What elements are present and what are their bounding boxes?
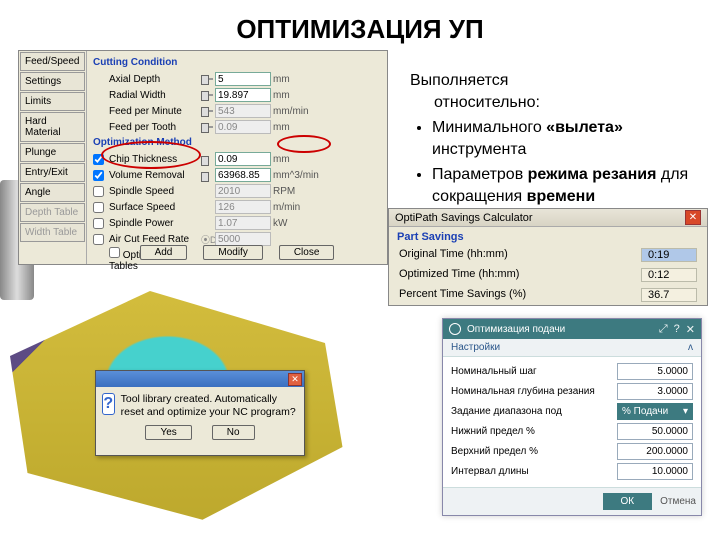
tab-plunge[interactable]: Plunge	[20, 143, 85, 162]
slider[interactable]	[201, 126, 213, 128]
desc-bullet: Параметров режима резания для сокращения…	[432, 164, 710, 207]
param-row: Spindle Speed2010RPM	[93, 183, 381, 199]
desc-line: Выполняется	[410, 72, 508, 89]
savings-row: Optimized Time (hh:mm)0:12	[389, 265, 707, 285]
yes-button[interactable]: Yes	[145, 425, 191, 440]
sidebar-tabs: Feed/SpeedSettingsLimitsHard MaterialPlu…	[19, 51, 87, 264]
slider[interactable]	[201, 94, 213, 96]
close-icon[interactable]: ✕	[685, 210, 701, 225]
add-button[interactable]: Add	[140, 245, 188, 260]
tab-width-table: Width Table	[20, 223, 85, 242]
close-icon[interactable]: ✕	[686, 323, 695, 336]
slider[interactable]	[201, 78, 213, 80]
help-icon[interactable]: ?	[674, 323, 680, 335]
panel-title: Оптимизация подачи	[467, 324, 565, 335]
gear-icon	[449, 323, 461, 335]
value-field: 1.07	[215, 216, 271, 230]
value-field: 0:19	[641, 248, 697, 262]
value-field[interactable]: 63968.85	[215, 168, 271, 182]
slider[interactable]	[201, 110, 213, 112]
section-title: Part Savings	[389, 227, 707, 245]
savings-row: Percent Time Savings (%)36.7	[389, 285, 707, 305]
value-field: 36.7	[641, 288, 697, 302]
param-row: Spindle Power1.07kW	[93, 215, 381, 231]
value-field: 543	[215, 104, 271, 118]
tab-entry-exit[interactable]: Entry/Exit	[20, 163, 85, 182]
setting-row: Интервал длины10.0000	[451, 461, 693, 481]
savings-row: Original Time (hh:mm)0:19	[389, 245, 707, 265]
desc-line: относительно:	[410, 92, 710, 114]
input-field[interactable]: 3.0000	[617, 383, 693, 400]
param-row: Feed per Minute543mm/min	[93, 103, 381, 119]
input-field[interactable]: 50.0000	[617, 423, 693, 440]
value-field: 0.09	[215, 120, 271, 134]
tab-angle[interactable]: Angle	[20, 183, 85, 202]
checkbox[interactable]	[93, 186, 104, 197]
value-field[interactable]: 0.09	[215, 152, 271, 166]
window-title: OptiPath Savings Calculator	[395, 212, 533, 224]
setting-row: Номинальный шаг5.0000	[451, 361, 693, 381]
tab-feed-speed[interactable]: Feed/Speed	[20, 52, 85, 71]
tab-depth-table: Depth Table	[20, 203, 85, 222]
cancel-button[interactable]: Отмена	[660, 493, 696, 510]
feed-optimization-panel: Оптимизация подачи ⤢ ? ✕ Настройки ʌ Ном…	[442, 318, 702, 516]
setting-row: Верхний предел %200.0000	[451, 441, 693, 461]
checkbox[interactable]	[93, 202, 104, 213]
value-field: 5000	[215, 232, 271, 246]
expand-icon[interactable]: ⤢	[659, 323, 668, 336]
setting-row: Номинальная глубина резания3.0000	[451, 381, 693, 401]
chevron-down-icon: ▾	[683, 406, 688, 417]
param-row: Radial Width19.897mm	[93, 87, 381, 103]
group-title: Optimization Method	[93, 137, 381, 148]
page-title: ОПТИМИЗАЦИЯ УП	[0, 0, 720, 51]
checkbox[interactable]	[93, 234, 104, 245]
param-row: Volume Removal63968.85mm^3/min	[93, 167, 381, 183]
question-icon: ?	[102, 393, 115, 415]
param-row: Feed per Tooth0.09mm	[93, 119, 381, 135]
chevron-up-icon[interactable]: ʌ	[688, 342, 693, 353]
description: Выполняется относительно: Минимального «…	[410, 70, 710, 212]
checkbox[interactable]	[93, 154, 104, 165]
ok-button[interactable]: ОК	[603, 493, 653, 510]
modify-button[interactable]: Modify	[203, 245, 262, 260]
input-field[interactable]: 10.0000	[617, 463, 693, 480]
input-field[interactable]: 5.0000	[617, 363, 693, 380]
checkbox[interactable]	[93, 170, 104, 181]
param-row: Surface Speed126m/min	[93, 199, 381, 215]
group-title: Cutting Condition	[93, 57, 381, 68]
param-row: Chip Thickness0.09mm	[93, 151, 381, 167]
dialog-text: Tool library created. Automatically rese…	[121, 393, 298, 419]
tab-settings[interactable]: Settings	[20, 72, 85, 91]
input-field[interactable]: 200.0000	[617, 443, 693, 460]
value-field: 2010	[215, 184, 271, 198]
value-field: 126	[215, 200, 271, 214]
no-button[interactable]: No	[212, 425, 255, 440]
value-field[interactable]: 19.897	[215, 88, 271, 102]
checkbox[interactable]	[93, 218, 104, 229]
section-title: Настройки	[451, 342, 500, 353]
value-field: 0:12	[641, 268, 697, 282]
value-field[interactable]: 5	[215, 72, 271, 86]
setting-row: Нижний предел %50.0000	[451, 421, 693, 441]
setting-row: Задание диапазона под% Подачи ▾	[451, 401, 693, 421]
close-icon[interactable]: ✕	[288, 373, 302, 386]
param-row: Axial Depth5mm	[93, 71, 381, 87]
desc-bullet: Минимального «вылета» инструмента	[432, 117, 710, 160]
tab-limits[interactable]: Limits	[20, 92, 85, 111]
savings-calculator: OptiPath Savings Calculator ✕ Part Savin…	[388, 208, 708, 306]
tab-hard-material[interactable]: Hard Material	[20, 112, 85, 142]
close-button[interactable]: Close	[279, 245, 335, 260]
cutting-condition-panel: Feed/SpeedSettingsLimitsHard MaterialPlu…	[18, 50, 388, 265]
confirm-dialog: ✕ ? Tool library created. Automatically …	[95, 370, 305, 456]
select-field[interactable]: % Подачи ▾	[617, 403, 693, 420]
